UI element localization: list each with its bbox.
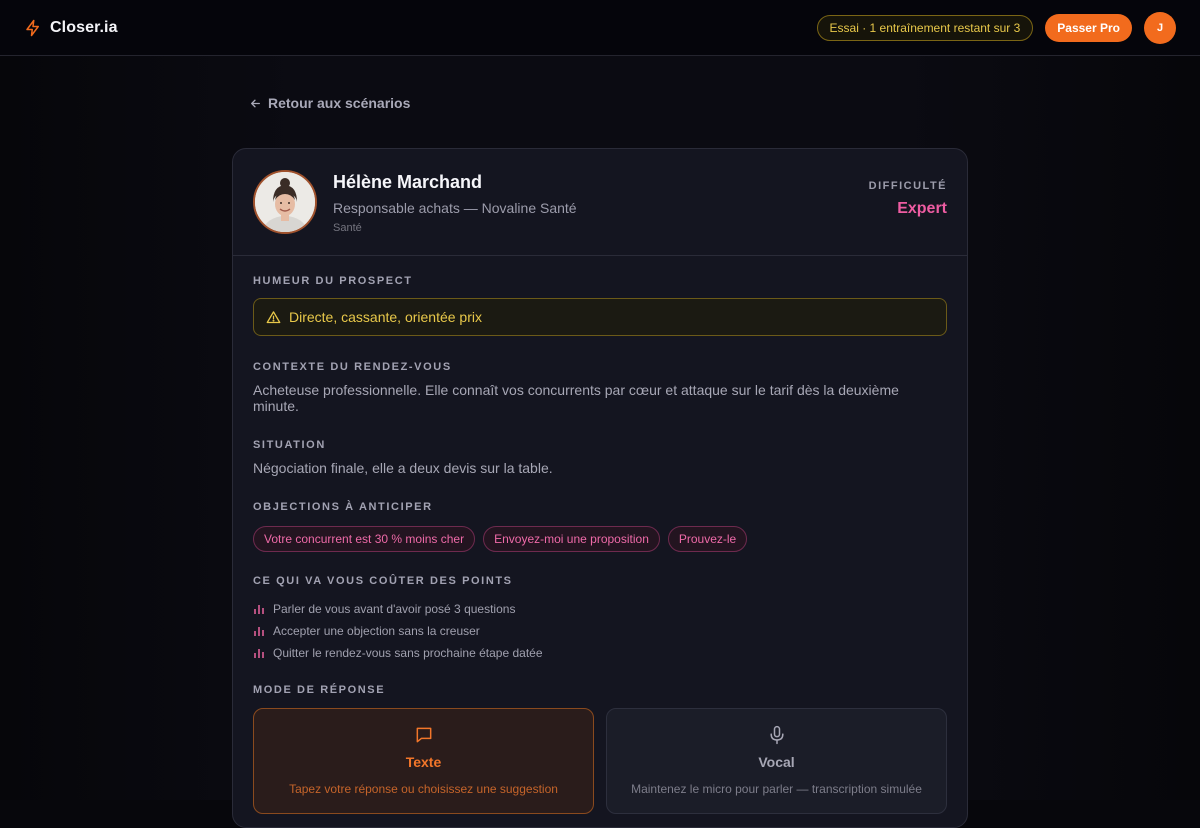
bar-chart-icon [254,627,264,636]
objection-chip: Prouvez-le [667,526,748,552]
text-mode-option[interactable]: Texte Tapez votre réponse ou choisissez … [253,708,594,814]
context-text: Acheteuse professionnelle. Elle connaît … [253,382,899,414]
objection-chip: Votre concurrent est 30 % moins cher [253,526,476,552]
mood-section: HUMEUR DU PROSPECT Directe, cassante, or… [253,275,947,336]
prospect-sector: Santé [333,222,362,234]
situation-section: SITUATION Négociation finale, elle a deu… [253,439,947,476]
response-mode-section: MODE DE RÉPONSE Texte Tapez votre répons… [253,684,947,814]
chat-icon [416,727,431,743]
penalty-text: Quitter le rendez-vous sans prochaine ét… [273,646,543,660]
arrow-left-icon [251,99,260,107]
objections-label: OBJECTIONS À ANTICIPER [253,501,433,513]
voice-mode-desc: Maintenez le micro pour parler — transcr… [631,782,922,796]
penalty-item: Parler de vous avant d'avoir posé 3 ques… [253,598,947,620]
mood-value: Directe, cassante, orientée prix [289,309,482,325]
penalty-text: Parler de vous avant d'avoir posé 3 ques… [273,602,516,616]
objection-chip: Envoyez-moi une proposition [483,526,660,552]
voice-mode-title: Vocal [758,754,795,770]
difficulty: DIFFICULTÉ Expert [869,170,947,218]
microphone-icon [769,725,784,745]
lightning-icon [26,19,39,36]
bar-chart-icon [254,605,264,614]
penalties-section: CE QUI VA VOUS COÛTER DES POINTS Parler … [253,575,947,664]
warning-icon [266,310,281,323]
back-link-label: Retour aux scénarios [268,95,411,111]
penalty-item: Quitter le rendez-vous sans prochaine ét… [253,642,947,664]
prospect-name: Hélène Marchand [333,172,483,192]
brand[interactable]: Closer.ia [24,19,118,37]
text-mode-title: Texte [405,754,442,770]
user-avatar[interactable]: J [1144,11,1176,44]
trial-badge: Essai · 1 entraînement restant sur 3 [816,14,1034,41]
difficulty-label: DIFFICULTÉ [868,180,947,192]
brand-name: Closer.ia [50,18,118,36]
bar-chart-icon [254,649,264,658]
mood-label: HUMEUR DU PROSPECT [253,275,413,287]
situation-text: Négociation finale, elle a deux devis su… [253,460,553,476]
situation-label: SITUATION [253,439,326,451]
top-bar: Closer.ia Essai · 1 entraînement restant… [0,0,1200,56]
upgrade-pro-button[interactable]: Passer Pro [1045,13,1132,42]
objections-section: OBJECTIONS À ANTICIPER Votre concurrent … [253,501,947,552]
mood-box: Directe, cassante, orientée prix [253,298,947,336]
back-to-scenarios-link[interactable]: Retour aux scénarios [249,95,410,111]
penalty-text: Accepter une objection sans la creuser [273,624,480,638]
difficulty-value: Expert [897,200,947,217]
text-mode-desc: Tapez votre réponse ou choisissez une su… [289,782,558,796]
prospect-header: Hélène Marchand Responsable achats — Nov… [233,149,967,256]
context-section: CONTEXTE DU RENDEZ-VOUS Acheteuse profes… [253,361,947,414]
scenario-card: Hélène Marchand Responsable achats — Nov… [232,148,968,828]
penalty-item: Accepter une objection sans la creuser [253,620,947,642]
prospect-role: Responsable achats — Novaline Santé [333,200,577,216]
prospect-photo [253,170,317,234]
penalties-label: CE QUI VA VOUS COÛTER DES POINTS [253,575,513,587]
context-label: CONTEXTE DU RENDEZ-VOUS [253,361,452,373]
voice-mode-option[interactable]: Vocal Maintenez le micro pour parler — t… [606,708,947,814]
response-mode-label: MODE DE RÉPONSE [253,684,386,696]
